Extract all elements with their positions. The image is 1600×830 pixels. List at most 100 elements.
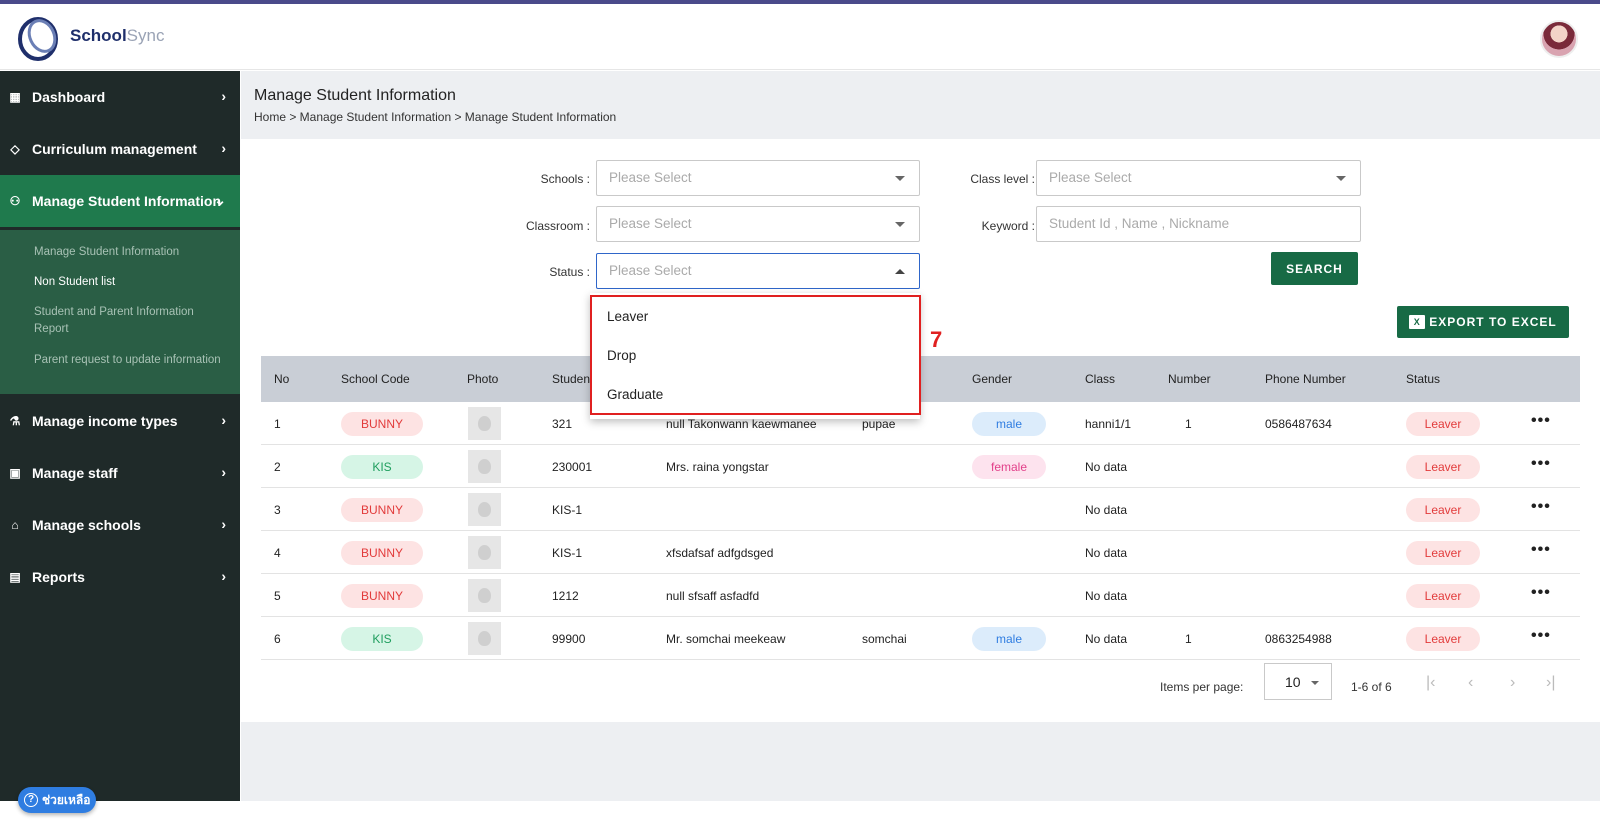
table-row[interactable]: 6 KIS 99900 Mr. somchai meekeaw somchai … xyxy=(261,617,1580,660)
school-code-badge: BUNNY xyxy=(341,498,423,522)
sidebar: ▦ Dashboard › ◇ Curriculum management › … xyxy=(0,71,240,801)
schools-label: Schools : xyxy=(540,172,590,186)
sidebar-item-schools[interactable]: ⌂ Manage schools › xyxy=(0,499,240,551)
cell-student-id: 321 xyxy=(552,417,573,431)
user-avatar[interactable] xyxy=(1540,20,1578,58)
sidebar-item-label: Curriculum management xyxy=(32,141,197,157)
status-badge: Leaver xyxy=(1406,455,1480,479)
cell-name: Mr. somchai meekeaw xyxy=(666,632,786,646)
col-header-student: Studen xyxy=(552,372,591,386)
sidebar-item-income-types[interactable]: ⚗ Manage income types › xyxy=(0,395,240,447)
more-options-icon[interactable]: ••• xyxy=(1531,455,1551,473)
table-row[interactable]: 2 KIS 230001 Mrs. raina yongstar female … xyxy=(261,445,1580,488)
app-logo-text: SchoolSync xyxy=(70,26,164,46)
sidebar-item-dashboard[interactable]: ▦ Dashboard › xyxy=(0,71,240,123)
export-excel-button[interactable]: X EXPORT TO EXCEL xyxy=(1397,306,1569,338)
cell-student-id: KIS-1 xyxy=(552,503,583,517)
student-photo xyxy=(468,622,501,655)
status-badge: Leaver xyxy=(1406,412,1480,436)
cell-number: 1 xyxy=(1185,417,1192,431)
school-code-badge: BUNNY xyxy=(341,584,423,608)
keyword-input[interactable]: Student Id , Name , Nickname xyxy=(1036,206,1361,242)
sidebar-item-reports[interactable]: ▤ Reports › xyxy=(0,551,240,603)
sidebar-item-label: Manage schools xyxy=(32,517,141,533)
sidebar-item-label: Manage income types xyxy=(32,413,178,429)
cell-student-id: 1212 xyxy=(552,589,579,603)
breadcrumb[interactable]: Home > Manage Student Information > Mana… xyxy=(254,110,616,124)
submenu-item-parent-request[interactable]: Parent request to update information xyxy=(34,352,224,369)
cell-class: No data xyxy=(1085,632,1128,646)
submenu-item-manage-student[interactable]: Manage Student Information xyxy=(34,244,224,261)
schoolsync-logo-icon[interactable] xyxy=(16,12,66,62)
status-select[interactable]: Please Select xyxy=(596,253,920,289)
class-level-label: Class level : xyxy=(970,172,1035,186)
table-row[interactable]: 3 BUNNY KIS-1 No data Leaver ••• xyxy=(261,488,1580,531)
schools-select-placeholder: Please Select xyxy=(609,170,692,185)
gender-badge: male xyxy=(972,412,1046,436)
page-title: Manage Student Information xyxy=(254,87,456,104)
chevron-right-icon: › xyxy=(221,88,226,104)
cell-no: 3 xyxy=(274,503,281,517)
more-options-icon[interactable]: ••• xyxy=(1531,627,1551,645)
graduation-cap-icon: ◇ xyxy=(10,142,20,156)
cell-name: xfsdafsaf adfgdsged xyxy=(666,546,774,560)
export-excel-label: EXPORT TO EXCEL xyxy=(1429,315,1557,329)
submenu-item-non-student[interactable]: Non Student list xyxy=(34,274,224,291)
col-header-class: Class xyxy=(1085,372,1116,386)
sidebar-item-label: Manage Student Information xyxy=(32,193,221,209)
student-icon: ⚇ xyxy=(9,194,21,208)
more-options-icon[interactable]: ••• xyxy=(1531,584,1551,602)
cell-name: null Takonwann kaewmanee xyxy=(666,417,817,431)
dropdown-arrow-icon xyxy=(895,222,905,227)
sidebar-item-staff[interactable]: ▣ Manage staff › xyxy=(0,447,240,499)
cell-class: No data xyxy=(1085,546,1128,560)
cell-no: 1 xyxy=(274,417,281,431)
last-page-icon[interactable]: ›| xyxy=(1546,674,1555,692)
help-button[interactable]: ? ช่วยเหลือ xyxy=(18,787,96,813)
student-submenu: Manage Student Information Non Student l… xyxy=(0,230,240,394)
next-page-icon[interactable]: › xyxy=(1510,674,1515,692)
status-badge: Leaver xyxy=(1406,541,1480,565)
school-code-badge: KIS xyxy=(341,455,423,479)
dropdown-arrow-icon xyxy=(895,176,905,181)
status-badge: Leaver xyxy=(1406,584,1480,608)
sidebar-item-manage-student[interactable]: ⚇ Manage Student Information ⌄ xyxy=(0,175,240,227)
more-options-icon[interactable]: ••• xyxy=(1531,541,1551,559)
items-per-page-value: 10 xyxy=(1285,674,1301,690)
logo-primary: School xyxy=(70,26,127,45)
chevron-right-icon: › xyxy=(221,412,226,428)
classroom-select[interactable]: Please Select xyxy=(596,206,920,242)
status-label: Status : xyxy=(549,265,590,279)
cell-class: No data xyxy=(1085,503,1128,517)
col-header-no: No xyxy=(274,372,290,386)
classroom-select-placeholder: Please Select xyxy=(609,216,692,231)
cell-number: 1 xyxy=(1185,632,1192,646)
cell-no: 2 xyxy=(274,460,281,474)
sidebar-item-curriculum[interactable]: ◇ Curriculum management › xyxy=(0,123,240,175)
help-label: ช่วยเหลือ xyxy=(42,792,91,807)
cell-student-id: KIS-1 xyxy=(552,546,583,560)
class-level-select[interactable]: Please Select xyxy=(1036,160,1361,196)
col-header-status: Status xyxy=(1406,372,1441,386)
submenu-item-parent-report[interactable]: Student and Parent Information Report xyxy=(34,304,224,338)
cell-no: 6 xyxy=(274,632,281,646)
items-per-page-select[interactable]: 10 xyxy=(1264,663,1332,700)
schools-select[interactable]: Please Select xyxy=(596,160,920,196)
keyword-label: Keyword : xyxy=(981,219,1035,233)
clipboard-icon: ▤ xyxy=(9,570,21,584)
school-code-badge: BUNNY xyxy=(341,412,423,436)
more-options-icon[interactable]: ••• xyxy=(1531,498,1551,516)
cell-class: hanni1/1 xyxy=(1085,417,1132,431)
table-row[interactable]: 5 BUNNY 1212 null sfsaff asfadfd No data… xyxy=(261,574,1580,617)
col-header-number: Number xyxy=(1168,372,1211,386)
flask-icon: ⚗ xyxy=(9,414,21,428)
grid-icon: ▦ xyxy=(9,90,21,104)
classroom-label: Classroom : xyxy=(525,219,590,233)
prev-page-icon[interactable]: ‹ xyxy=(1468,674,1473,692)
first-page-icon[interactable]: |‹ xyxy=(1426,674,1435,692)
school-icon: ⌂ xyxy=(11,518,19,532)
table-row[interactable]: 4 BUNNY KIS-1 xfsdafsaf adfgdsged No dat… xyxy=(261,531,1580,574)
more-options-icon[interactable]: ••• xyxy=(1531,412,1551,430)
chevron-right-icon: › xyxy=(221,464,226,480)
search-button[interactable]: SEARCH xyxy=(1271,252,1358,285)
